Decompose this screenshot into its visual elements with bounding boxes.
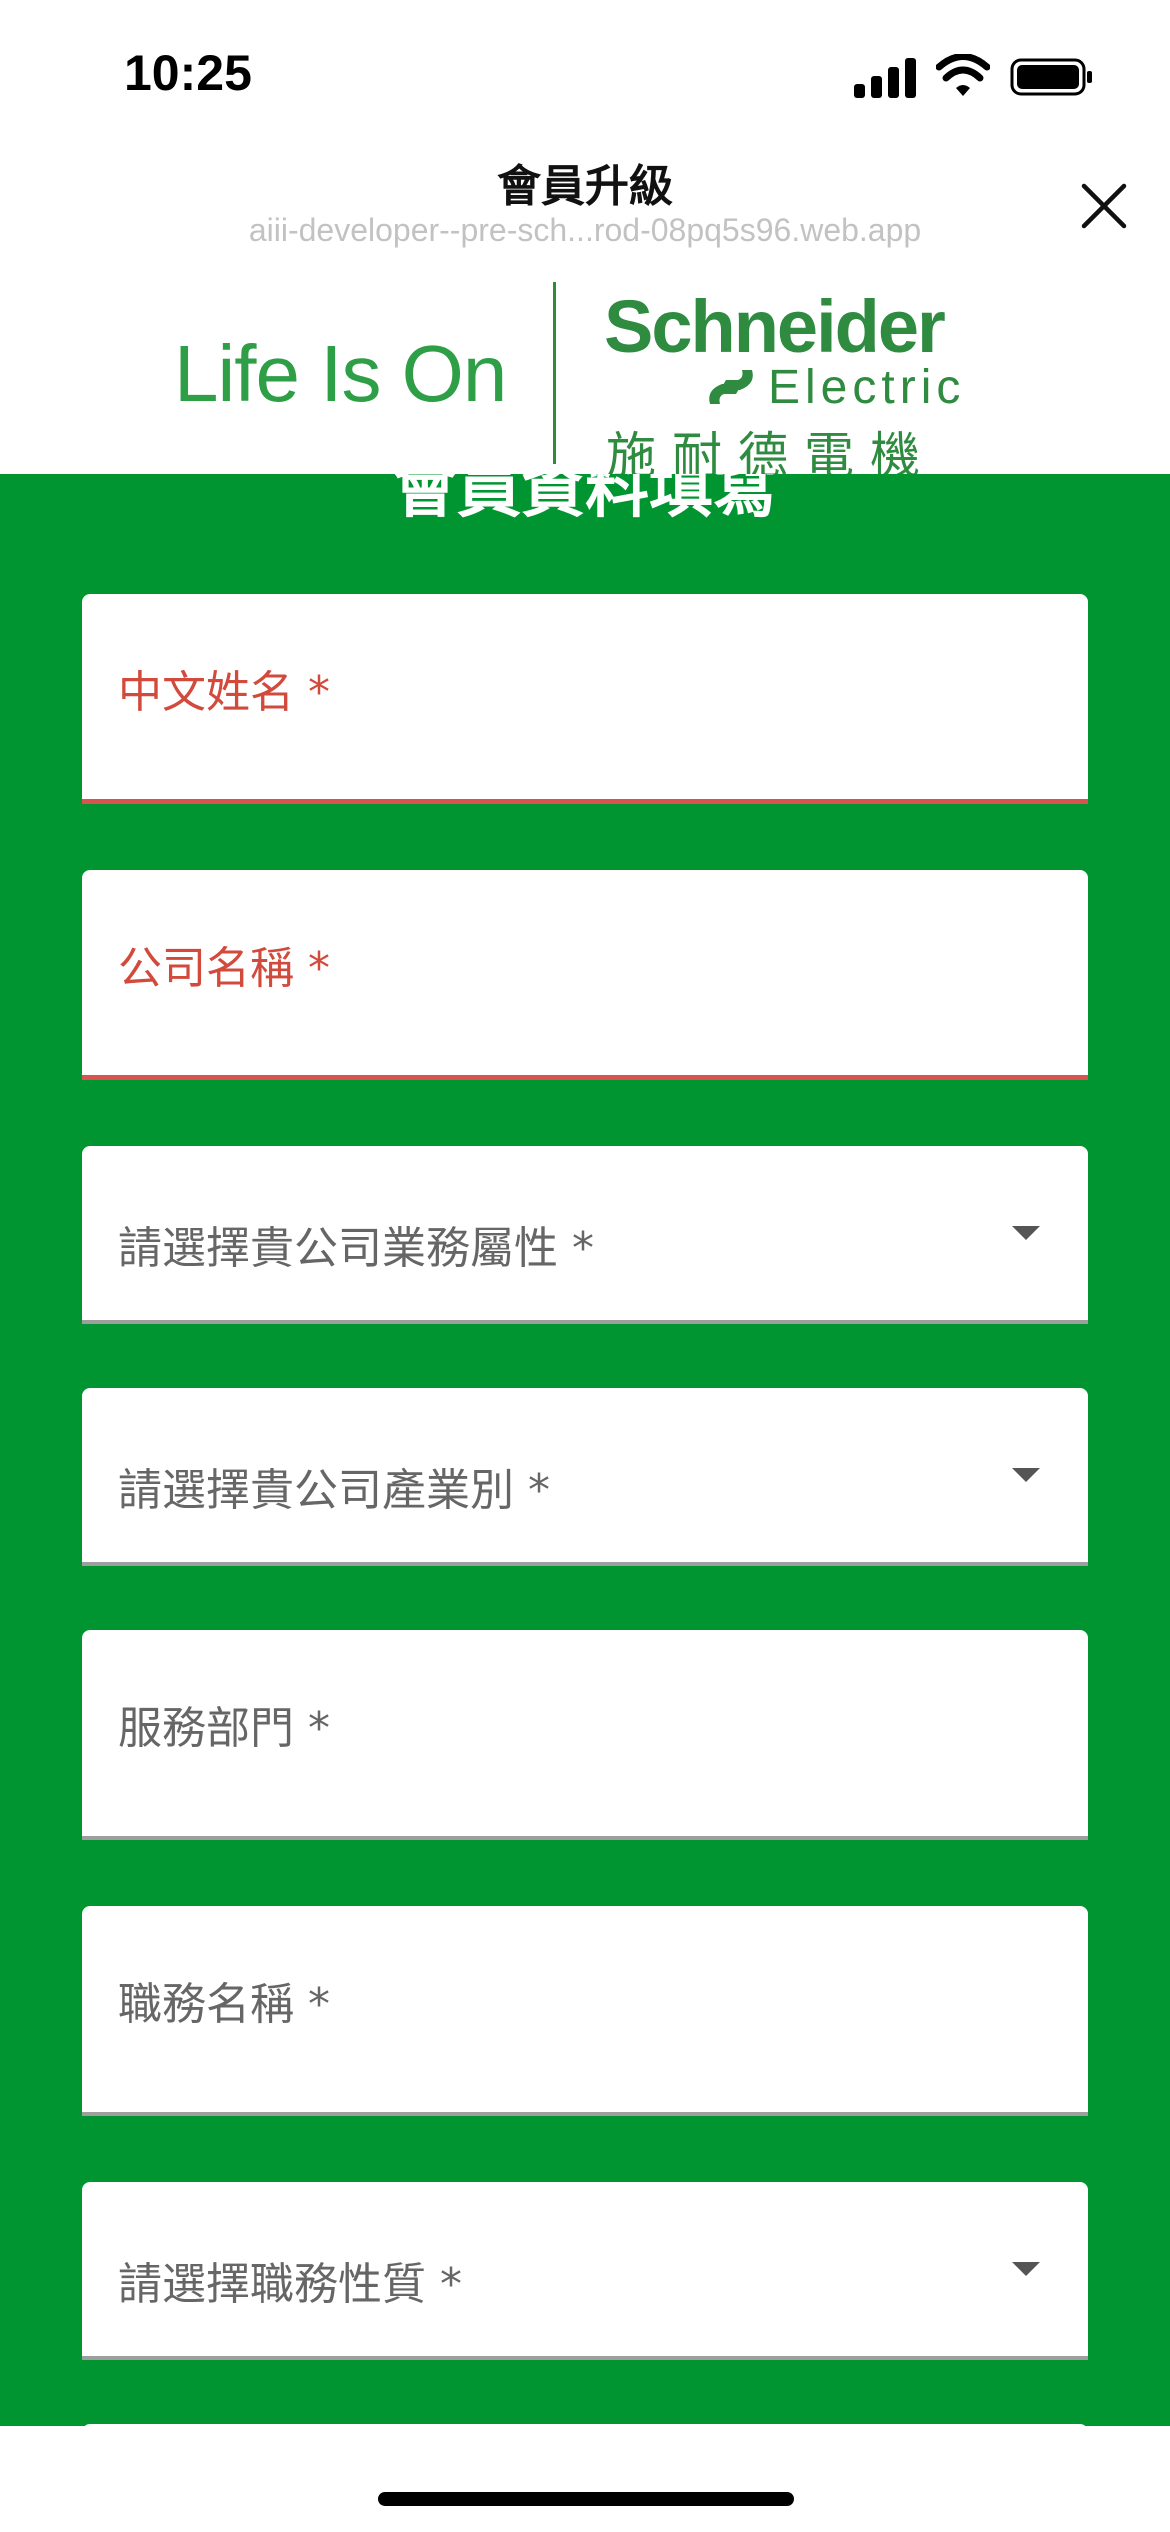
signal-icon: [854, 58, 916, 98]
chinese-name-label: 中文姓名 *: [118, 667, 330, 718]
battery-icon: [1010, 58, 1092, 96]
job-title-input[interactable]: [118, 2056, 1052, 2098]
electric-logo-icon: [709, 370, 753, 404]
wifi-icon: [936, 54, 990, 96]
industry-select[interactable]: 請選擇貴公司產業別 *: [82, 1388, 1088, 1566]
webview-header: 會員升級 aiii-developer--pre-sch...rod-08pq5…: [0, 150, 1170, 270]
company-name-field[interactable]: 公司名稱 *: [82, 870, 1088, 1080]
brand-sub: Electric: [768, 361, 966, 414]
business-type-label: 請選擇貴公司業務屬性 *: [118, 1223, 594, 1274]
industry-label: 請選擇貴公司產業別 *: [118, 1465, 550, 1516]
brand-divider: [553, 282, 556, 464]
department-input[interactable]: [118, 1780, 1052, 1822]
company-name-input[interactable]: [118, 1019, 1052, 1061]
department-label: 服務部門 *: [118, 1703, 330, 1754]
chevron-down-icon: [1012, 1468, 1040, 1482]
close-icon[interactable]: [1076, 178, 1132, 234]
job-title-field[interactable]: 職務名稱 *: [82, 1906, 1088, 2116]
job-title-label: 職務名稱 *: [118, 1979, 330, 2030]
brand-header: Life Is On Schneider Electric 施耐德電機: [0, 270, 1170, 485]
chevron-down-icon: [1012, 1226, 1040, 1240]
home-area: [0, 2426, 1170, 2532]
chinese-name-input[interactable]: [118, 743, 1052, 785]
home-indicator[interactable]: [378, 2492, 794, 2506]
member-form-panel: 會員資料填寫 中文姓名 * 公司名稱 * 請選擇貴公司業務屬性 * 請選擇貴公司…: [0, 474, 1170, 2426]
status-time: 10:25: [124, 45, 252, 101]
chevron-down-icon: [1012, 2262, 1040, 2276]
form-title: 會員資料填寫: [393, 474, 777, 527]
page-title: 會員升級: [497, 161, 673, 212]
status-bar: 10:25: [0, 0, 1170, 150]
department-field[interactable]: 服務部門 *: [82, 1630, 1088, 1840]
company-name-label: 公司名稱 *: [118, 943, 330, 994]
brand-tagline: Life Is On: [174, 329, 507, 418]
job-nature-label: 請選擇職務性質 *: [118, 2259, 462, 2310]
brand-name: Schneider: [604, 285, 946, 368]
chinese-name-field[interactable]: 中文姓名 *: [82, 594, 1088, 804]
business-type-select[interactable]: 請選擇貴公司業務屬性 *: [82, 1146, 1088, 1324]
job-nature-select[interactable]: 請選擇職務性質 *: [82, 2182, 1088, 2360]
page-url: aiii-developer--pre-sch...rod-08pq5s96.w…: [248, 212, 922, 248]
